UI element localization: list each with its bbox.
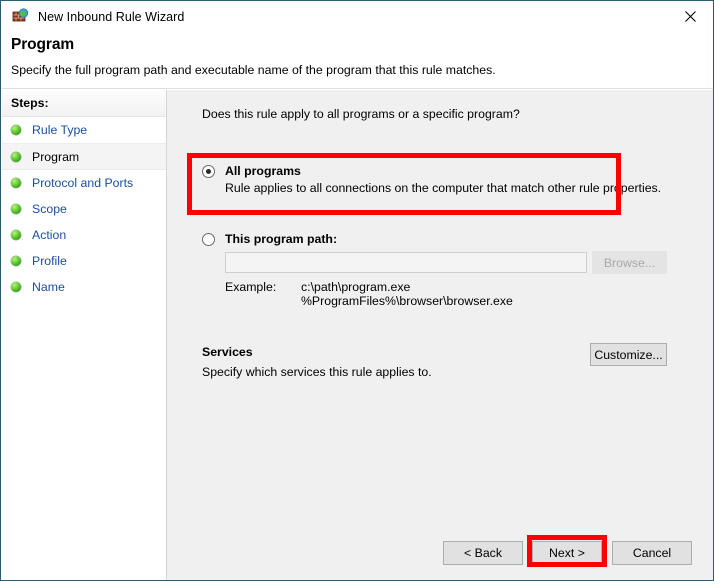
sidebar-item-protocol-and-ports[interactable]: Protocol and Ports <box>2 170 166 196</box>
radio-selected-icon <box>202 165 215 178</box>
sidebar-item-label: Action <box>32 228 67 242</box>
window-title: New Inbound Rule Wizard <box>38 9 185 24</box>
question-text: Does this rule apply to all programs or … <box>202 107 520 121</box>
page-header: Program Specify the full program path an… <box>2 32 713 89</box>
sidebar-item-label: Scope <box>32 202 67 216</box>
radio-all-programs-label: All programs <box>225 164 301 178</box>
page-subtitle: Specify the full program path and execut… <box>11 63 496 77</box>
sidebar-item-rule-type[interactable]: Rule Type <box>2 117 166 143</box>
page-title: Program <box>11 36 75 53</box>
step-bullet-icon <box>11 230 21 240</box>
radio-unselected-icon <box>202 233 215 246</box>
dialog-body: Steps: Rule Type Program Protocol and Po… <box>2 90 713 580</box>
services-description: Specify which services this rule applies… <box>202 365 432 379</box>
step-bullet-icon <box>11 178 21 188</box>
program-path-input[interactable] <box>225 252 587 273</box>
step-bullet-icon <box>11 256 21 266</box>
steps-sidebar: Steps: Rule Type Program Protocol and Po… <box>2 90 167 580</box>
sidebar-item-name[interactable]: Name <box>2 274 166 300</box>
sidebar-item-label: Rule Type <box>32 123 88 137</box>
example-path-1: c:\path\program.exe <box>301 280 411 294</box>
wizard-window: New Inbound Rule Wizard Program Specify … <box>0 0 714 581</box>
radio-all-programs[interactable]: All programs <box>202 164 301 179</box>
sidebar-item-scope[interactable]: Scope <box>2 196 166 222</box>
sidebar-item-program[interactable]: Program <box>2 143 166 170</box>
steps-header-label: Steps: <box>11 96 49 110</box>
radio-this-program-path[interactable]: This program path: <box>202 232 337 247</box>
step-bullet-icon <box>11 151 21 162</box>
example-path-2: %ProgramFiles%\browser\browser.exe <box>301 294 513 308</box>
step-bullet-icon <box>11 282 21 292</box>
sidebar-item-label: Profile <box>32 254 67 268</box>
radio-this-program-path-label: This program path: <box>225 232 338 246</box>
radio-all-programs-description: Rule applies to all connections on the c… <box>225 181 662 195</box>
step-bullet-icon <box>11 125 21 135</box>
sidebar-item-label: Protocol and Ports <box>32 176 134 190</box>
sidebar-item-action[interactable]: Action <box>2 222 166 248</box>
sidebar-item-profile[interactable]: Profile <box>2 248 166 274</box>
title-bar: New Inbound Rule Wizard <box>1 1 713 32</box>
step-bullet-icon <box>11 204 21 214</box>
services-heading: Services <box>202 345 253 359</box>
content-pane: Does this rule apply to all programs or … <box>168 90 713 580</box>
next-button[interactable]: Next > <box>532 541 602 565</box>
cancel-button[interactable]: Cancel <box>612 541 692 565</box>
sidebar-item-label: Program <box>32 149 80 164</box>
example-label: Example: <box>225 280 277 294</box>
back-button[interactable]: < Back <box>443 541 523 565</box>
steps-header: Steps: <box>2 90 166 117</box>
firewall-globe-icon <box>12 8 29 25</box>
close-icon[interactable] <box>667 1 713 31</box>
browse-button[interactable]: Browse... <box>592 251 667 274</box>
sidebar-item-label: Name <box>32 280 65 294</box>
customize-button[interactable]: Customize... <box>590 343 667 366</box>
